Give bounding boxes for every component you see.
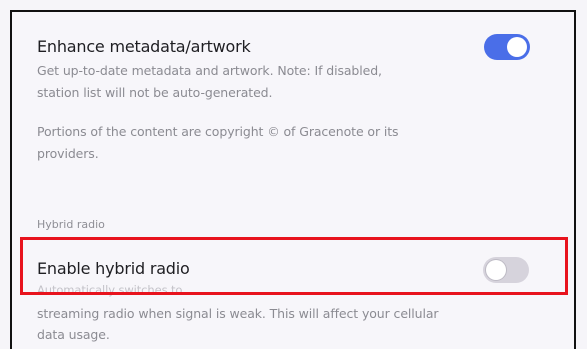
hybrid-radio-section-header: Hybrid radio — [37, 218, 105, 231]
enhance-metadata-desc-line2: station list will not be auto-generated. — [37, 85, 273, 100]
copyright-notice-line2: providers. — [37, 146, 99, 161]
frame-border-top — [10, 10, 576, 12]
frame-border-left — [10, 10, 12, 349]
frame-border-right — [574, 10, 576, 349]
toggle-knob — [507, 37, 527, 57]
enable-hybrid-radio-desc-line3: data usage. — [37, 327, 110, 342]
settings-screen: Enhance metadata/artwork Get up-to-date … — [0, 0, 587, 349]
copyright-notice-line1: Portions of the content are copyright © … — [37, 124, 399, 139]
highlight-box — [20, 237, 568, 295]
enhance-metadata-desc-line1: Get up-to-date metadata and artwork. Not… — [37, 63, 382, 78]
enhance-metadata-toggle[interactable] — [484, 34, 530, 60]
enhance-metadata-title[interactable]: Enhance metadata/artwork — [37, 37, 251, 56]
enable-hybrid-radio-desc-line2: streaming radio when signal is weak. Thi… — [37, 306, 439, 321]
